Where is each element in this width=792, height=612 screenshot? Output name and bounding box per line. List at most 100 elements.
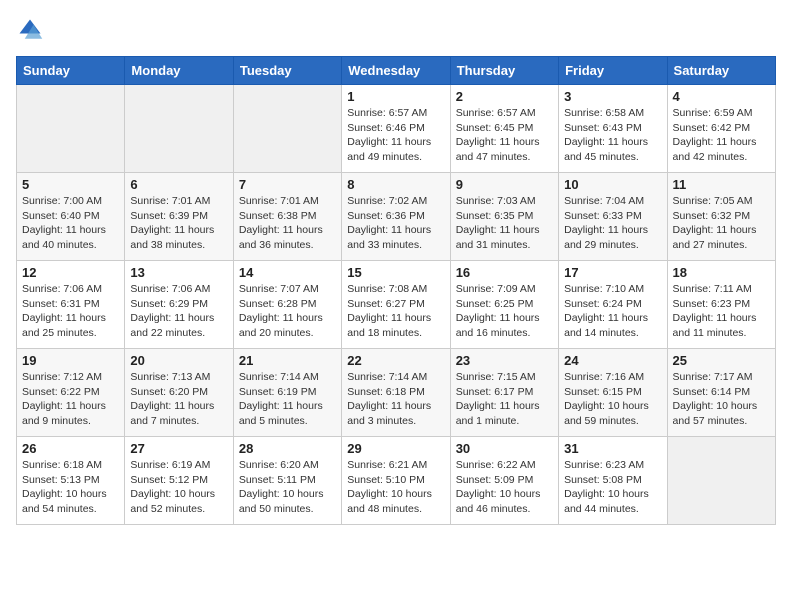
day-number: 6 — [130, 177, 227, 192]
logo-icon — [16, 16, 44, 44]
day-number: 25 — [673, 353, 770, 368]
day-info: Sunrise: 6:19 AM Sunset: 5:12 PM Dayligh… — [130, 458, 227, 517]
calendar-cell: 29 Sunrise: 6:21 AM Sunset: 5:10 PM Dayli… — [342, 437, 450, 525]
day-info: Sunrise: 7:05 AM Sunset: 6:32 PM Dayligh… — [673, 194, 770, 253]
day-info: Sunrise: 7:11 AM Sunset: 6:23 PM Dayligh… — [673, 282, 770, 341]
day-info: Sunrise: 6:20 AM Sunset: 5:11 PM Dayligh… — [239, 458, 336, 517]
calendar-cell: 14Sunrise: 7:07 AM Sunset: 6:28 PM Dayli… — [233, 261, 341, 349]
calendar-cell — [233, 85, 341, 173]
day-info: Sunrise: 7:06 AM Sunset: 6:31 PM Dayligh… — [22, 282, 119, 341]
calendar-cell: 31 Sunrise: 6:23 AM Sunset: 5:08 PM Dayli… — [559, 437, 667, 525]
day-info: Sunrise: 6:23 AM Sunset: 5:08 PM Dayligh… — [564, 458, 661, 517]
logo — [16, 16, 48, 44]
calendar-cell: 16 Sunrise: 7:09 AM Sunset: 6:25 PM Dayli… — [450, 261, 558, 349]
day-number: 20 — [130, 353, 227, 368]
calendar-cell: 28 Sunrise: 6:20 AM Sunset: 5:11 PM Dayli… — [233, 437, 341, 525]
calendar-week-row: 5 Sunrise: 7:00 AM Sunset: 6:40 PM Daylig… — [17, 173, 776, 261]
day-info: Sunrise: 7:09 AM Sunset: 6:25 PM Dayligh… — [456, 282, 553, 341]
day-number: 9 — [456, 177, 553, 192]
day-number: 22 — [347, 353, 444, 368]
day-info: Sunrise: 7:17 AM Sunset: 6:14 PM Dayligh… — [673, 370, 770, 429]
day-info: Sunrise: 7:00 AM Sunset: 6:40 PM Dayligh… — [22, 194, 119, 253]
day-info: Sunrise: 7:14 AM Sunset: 6:19 PM Dayligh… — [239, 370, 336, 429]
day-number: 26 — [22, 441, 119, 456]
day-info: Sunrise: 6:21 AM Sunset: 5:10 PM Dayligh… — [347, 458, 444, 517]
day-info: Sunrise: 7:14 AM Sunset: 6:18 PM Dayligh… — [347, 370, 444, 429]
calendar-cell: 6 Sunrise: 7:01 AM Sunset: 6:39 PM Daylig… — [125, 173, 233, 261]
day-info: Sunrise: 6:57 AM Sunset: 6:45 PM Dayligh… — [456, 106, 553, 165]
calendar-header-row: SundayMondayTuesdayWednesdayThursdayFrid… — [17, 57, 776, 85]
calendar-table: SundayMondayTuesdayWednesdayThursdayFrid… — [16, 56, 776, 525]
day-number: 3 — [564, 89, 661, 104]
day-number: 1 — [347, 89, 444, 104]
day-number: 4 — [673, 89, 770, 104]
day-number: 8 — [347, 177, 444, 192]
day-number: 17 — [564, 265, 661, 280]
day-number: 14 — [239, 265, 336, 280]
day-info: Sunrise: 7:03 AM Sunset: 6:35 PM Dayligh… — [456, 194, 553, 253]
calendar-cell: 1 Sunrise: 6:57 AM Sunset: 6:46 PM Daylig… — [342, 85, 450, 173]
day-number: 31 — [564, 441, 661, 456]
day-info: Sunrise: 7:01 AM Sunset: 6:39 PM Dayligh… — [130, 194, 227, 253]
page-header — [16, 16, 776, 44]
calendar-cell: 20 Sunrise: 7:13 AM Sunset: 6:20 PM Dayli… — [125, 349, 233, 437]
weekday-header: Wednesday — [342, 57, 450, 85]
day-info: Sunrise: 6:59 AM Sunset: 6:42 PM Dayligh… — [673, 106, 770, 165]
day-info: Sunrise: 6:57 AM Sunset: 6:46 PM Dayligh… — [347, 106, 444, 165]
day-number: 11 — [673, 177, 770, 192]
calendar-cell: 11 Sunrise: 7:05 AM Sunset: 6:32 PM Dayli… — [667, 173, 775, 261]
calendar-cell — [667, 437, 775, 525]
day-number: 23 — [456, 353, 553, 368]
day-number: 7 — [239, 177, 336, 192]
day-number: 19 — [22, 353, 119, 368]
calendar-cell: 8 Sunrise: 7:02 AM Sunset: 6:36 PM Daylig… — [342, 173, 450, 261]
calendar-cell: 12 Sunrise: 7:06 AM Sunset: 6:31 PM Dayli… — [17, 261, 125, 349]
day-number: 10 — [564, 177, 661, 192]
calendar-cell — [17, 85, 125, 173]
day-number: 30 — [456, 441, 553, 456]
day-info: Sunrise: 6:58 AM Sunset: 6:43 PM Dayligh… — [564, 106, 661, 165]
weekday-header: Monday — [125, 57, 233, 85]
calendar-cell — [125, 85, 233, 173]
day-number: 12 — [22, 265, 119, 280]
calendar-week-row: 26 Sunrise: 6:18 AM Sunset: 5:13 PM Dayli… — [17, 437, 776, 525]
calendar-cell: 17 Sunrise: 7:10 AM Sunset: 6:24 PM Dayli… — [559, 261, 667, 349]
day-info: Sunrise: 7:04 AM Sunset: 6:33 PM Dayligh… — [564, 194, 661, 253]
day-number: 28 — [239, 441, 336, 456]
calendar-cell: 27Sunrise: 6:19 AM Sunset: 5:12 PM Dayli… — [125, 437, 233, 525]
weekday-header: Sunday — [17, 57, 125, 85]
day-info: Sunrise: 7:10 AM Sunset: 6:24 PM Dayligh… — [564, 282, 661, 341]
calendar-week-row: 1 Sunrise: 6:57 AM Sunset: 6:46 PM Daylig… — [17, 85, 776, 173]
calendar-cell: 24 Sunrise: 7:16 AM Sunset: 6:15 PM Dayli… — [559, 349, 667, 437]
calendar-cell: 26 Sunrise: 6:18 AM Sunset: 5:13 PM Dayli… — [17, 437, 125, 525]
day-info: Sunrise: 7:12 AM Sunset: 6:22 PM Dayligh… — [22, 370, 119, 429]
day-number: 13 — [130, 265, 227, 280]
day-info: Sunrise: 7:01 AM Sunset: 6:38 PM Dayligh… — [239, 194, 336, 253]
day-info: Sunrise: 7:15 AM Sunset: 6:17 PM Dayligh… — [456, 370, 553, 429]
calendar-cell: 30Sunrise: 6:22 AM Sunset: 5:09 PM Dayli… — [450, 437, 558, 525]
calendar-cell: 9 Sunrise: 7:03 AM Sunset: 6:35 PM Daylig… — [450, 173, 558, 261]
day-info: Sunrise: 7:08 AM Sunset: 6:27 PM Dayligh… — [347, 282, 444, 341]
day-info: Sunrise: 7:13 AM Sunset: 6:20 PM Dayligh… — [130, 370, 227, 429]
day-info: Sunrise: 7:02 AM Sunset: 6:36 PM Dayligh… — [347, 194, 444, 253]
calendar-cell: 23 Sunrise: 7:15 AM Sunset: 6:17 PM Dayli… — [450, 349, 558, 437]
day-number: 24 — [564, 353, 661, 368]
day-number: 15 — [347, 265, 444, 280]
calendar-cell: 4 Sunrise: 6:59 AM Sunset: 6:42 PM Daylig… — [667, 85, 775, 173]
day-number: 21 — [239, 353, 336, 368]
calendar-cell: 7 Sunrise: 7:01 AM Sunset: 6:38 PM Daylig… — [233, 173, 341, 261]
calendar-cell: 10 Sunrise: 7:04 AM Sunset: 6:33 PM Dayli… — [559, 173, 667, 261]
weekday-header: Thursday — [450, 57, 558, 85]
day-number: 29 — [347, 441, 444, 456]
calendar-cell: 2Sunrise: 6:57 AM Sunset: 6:45 PM Daylig… — [450, 85, 558, 173]
day-number: 5 — [22, 177, 119, 192]
day-info: Sunrise: 6:18 AM Sunset: 5:13 PM Dayligh… — [22, 458, 119, 517]
calendar-cell: 15 Sunrise: 7:08 AM Sunset: 6:27 PM Dayli… — [342, 261, 450, 349]
day-number: 16 — [456, 265, 553, 280]
calendar-cell: 19 Sunrise: 7:12 AM Sunset: 6:22 PM Dayli… — [17, 349, 125, 437]
calendar-cell: 25 Sunrise: 7:17 AM Sunset: 6:14 PM Dayli… — [667, 349, 775, 437]
day-info: Sunrise: 7:16 AM Sunset: 6:15 PM Dayligh… — [564, 370, 661, 429]
calendar-cell: 18 Sunrise: 7:11 AM Sunset: 6:23 PM Dayli… — [667, 261, 775, 349]
day-number: 18 — [673, 265, 770, 280]
calendar-cell: 22 Sunrise: 7:14 AM Sunset: 6:18 PM Dayli… — [342, 349, 450, 437]
